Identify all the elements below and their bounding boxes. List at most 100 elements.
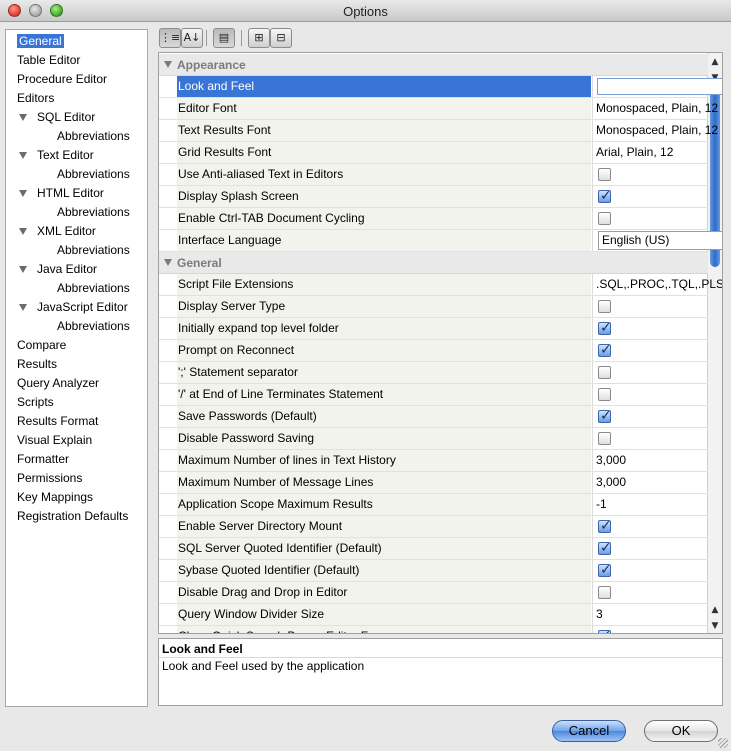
sidebar-item[interactable]: Abbreviations: [57, 317, 130, 335]
sidebar-item[interactable]: Results Format: [17, 412, 98, 430]
property-name[interactable]: '/' at End of Line Terminates Statement: [177, 384, 591, 405]
property-value[interactable]: [592, 76, 722, 97]
sidebar-item[interactable]: Registration Defaults: [17, 507, 128, 525]
property-checkbox[interactable]: [598, 168, 611, 181]
property-edit-field[interactable]: [597, 78, 722, 95]
property-row[interactable]: Use Anti-aliased Text in Editors: [159, 164, 708, 186]
expand-all-button[interactable]: ⊞: [248, 28, 270, 48]
sidebar-item[interactable]: Abbreviations: [57, 279, 130, 297]
sidebar-item[interactable]: Text Editor: [19, 146, 94, 164]
property-value[interactable]: -1: [592, 494, 722, 515]
expand-triangle-icon[interactable]: [19, 152, 27, 159]
property-row[interactable]: Save Passwords (Default): [159, 406, 708, 428]
property-value[interactable]: 3: [592, 604, 722, 625]
property-name[interactable]: Application Scope Maximum Results: [177, 494, 591, 515]
property-name[interactable]: Save Passwords (Default): [177, 406, 591, 427]
categorized-view-button[interactable]: ⋮≡: [159, 28, 181, 48]
sidebar-item[interactable]: Compare: [17, 336, 66, 354]
property-row[interactable]: Script File Extensions .SQL,.PROC,.TQL,.P…: [159, 274, 722, 296]
property-checkbox[interactable]: [598, 186, 612, 207]
sort-alphabetical-button[interactable]: A↓: [181, 28, 203, 48]
property-row[interactable]: Maximum Number of lines in Text History 3…: [159, 450, 708, 472]
property-value[interactable]: [592, 362, 722, 383]
sidebar-item[interactable]: Permissions: [17, 469, 82, 487]
property-name[interactable]: Grid Results Font: [177, 142, 591, 163]
property-name[interactable]: Prompt on Reconnect: [177, 340, 591, 361]
property-value[interactable]: [592, 318, 722, 339]
property-checkbox[interactable]: [598, 300, 611, 313]
property-name[interactable]: Display Server Type: [177, 296, 591, 317]
property-value[interactable]: Monospaced, Plain, 12: [592, 120, 722, 141]
property-value[interactable]: [592, 406, 722, 427]
property-name[interactable]: Use Anti-aliased Text in Editors: [177, 164, 591, 185]
property-row[interactable]: '/' at End of Line Terminates Statement: [159, 384, 708, 406]
collapse-all-button[interactable]: ⊟: [270, 28, 292, 48]
sidebar-item[interactable]: Procedure Editor: [17, 70, 107, 88]
property-value[interactable]: [592, 296, 722, 317]
category-header[interactable]: Appearance: [159, 54, 708, 76]
property-row[interactable]: Maximum Number of Message Lines 3,000: [159, 472, 708, 494]
property-row[interactable]: Initially expand top level folder: [159, 318, 708, 340]
sidebar-item[interactable]: Results: [17, 355, 57, 373]
property-row[interactable]: Close Quick Search Bar on Editor Focus: [159, 626, 708, 633]
sidebar-item[interactable]: XML Editor: [19, 222, 96, 240]
property-checkbox[interactable]: [598, 340, 612, 361]
property-name[interactable]: Maximum Number of lines in Text History: [177, 450, 591, 471]
expand-triangle-icon[interactable]: [19, 190, 27, 197]
sidebar-item[interactable]: Key Mappings: [17, 488, 93, 506]
property-checkbox[interactable]: [598, 212, 611, 225]
property-name[interactable]: Enable Server Directory Mount: [177, 516, 591, 537]
options-category-tree[interactable]: General Table Editor Procedure Editor Edito…: [5, 29, 148, 707]
property-name[interactable]: SQL Server Quoted Identifier (Default): [177, 538, 591, 559]
property-value[interactable]: [592, 582, 722, 603]
property-checkbox[interactable]: [598, 560, 612, 581]
property-name[interactable]: Enable Ctrl-TAB Document Cycling: [177, 208, 591, 229]
show-description-button[interactable]: ▤: [213, 28, 235, 48]
collapse-triangle-icon[interactable]: [164, 61, 172, 68]
property-row[interactable]: Display Splash Screen: [159, 186, 708, 208]
property-row[interactable]: Display Server Type: [159, 296, 708, 318]
property-row[interactable]: ';' Statement separator: [159, 362, 708, 384]
property-value[interactable]: [592, 560, 722, 581]
sidebar-item[interactable]: Table Editor: [17, 51, 80, 69]
property-name[interactable]: Display Splash Screen: [177, 186, 591, 207]
property-value[interactable]: 3,000: [592, 450, 722, 471]
property-name[interactable]: Text Results Font: [177, 120, 591, 141]
property-value[interactable]: [592, 208, 722, 229]
expand-triangle-icon[interactable]: [19, 266, 27, 273]
property-name[interactable]: Script File Extensions: [177, 274, 591, 295]
resize-grip-icon[interactable]: [718, 738, 728, 748]
property-checkbox[interactable]: [598, 516, 612, 537]
property-row[interactable]: Grid Results Font Arial, Plain, 12: [159, 142, 708, 164]
property-value[interactable]: [592, 186, 722, 207]
property-name[interactable]: Maximum Number of Message Lines: [177, 472, 591, 493]
property-checkbox[interactable]: [598, 388, 611, 401]
sidebar-item[interactable]: Abbreviations: [57, 127, 130, 145]
property-name[interactable]: Close Quick Search Bar on Editor Focus: [177, 626, 591, 633]
property-name[interactable]: Disable Drag and Drop in Editor: [177, 582, 591, 603]
property-row[interactable]: Enable Server Directory Mount: [159, 516, 708, 538]
property-name[interactable]: Interface Language: [177, 230, 591, 251]
property-name[interactable]: Editor Font: [177, 98, 591, 119]
property-row[interactable]: Query Window Divider Size 3: [159, 604, 708, 626]
property-row[interactable]: Editor Font Monospaced, Plain, 12: [159, 98, 718, 120]
property-row[interactable]: Application Scope Maximum Results -1: [159, 494, 708, 516]
property-value[interactable]: [592, 626, 722, 633]
sidebar-item[interactable]: Java Editor: [19, 260, 97, 278]
sidebar-item[interactable]: HTML Editor: [19, 184, 104, 202]
property-value[interactable]: Arial, Plain, 12: [592, 142, 722, 163]
property-checkbox[interactable]: [598, 538, 612, 559]
property-combo-box[interactable]: English (US): [598, 231, 722, 250]
ok-button[interactable]: OK: [644, 720, 718, 742]
property-value[interactable]: [592, 340, 722, 361]
sidebar-item[interactable]: Formatter: [17, 450, 69, 468]
property-row[interactable]: Sybase Quoted Identifier (Default): [159, 560, 708, 582]
sidebar-item[interactable]: General: [17, 32, 64, 50]
property-checkbox[interactable]: [598, 318, 612, 339]
property-name[interactable]: Look and Feel: [177, 76, 591, 97]
sidebar-item[interactable]: Visual Explain: [17, 431, 92, 449]
property-value[interactable]: .SQL,.PROC,.TQL,.PLSQL,.PKS,.PKB,.XQB,.T…: [592, 274, 722, 295]
property-name[interactable]: Disable Password Saving: [177, 428, 591, 449]
property-value[interactable]: [592, 516, 722, 537]
property-row[interactable]: Prompt on Reconnect: [159, 340, 708, 362]
